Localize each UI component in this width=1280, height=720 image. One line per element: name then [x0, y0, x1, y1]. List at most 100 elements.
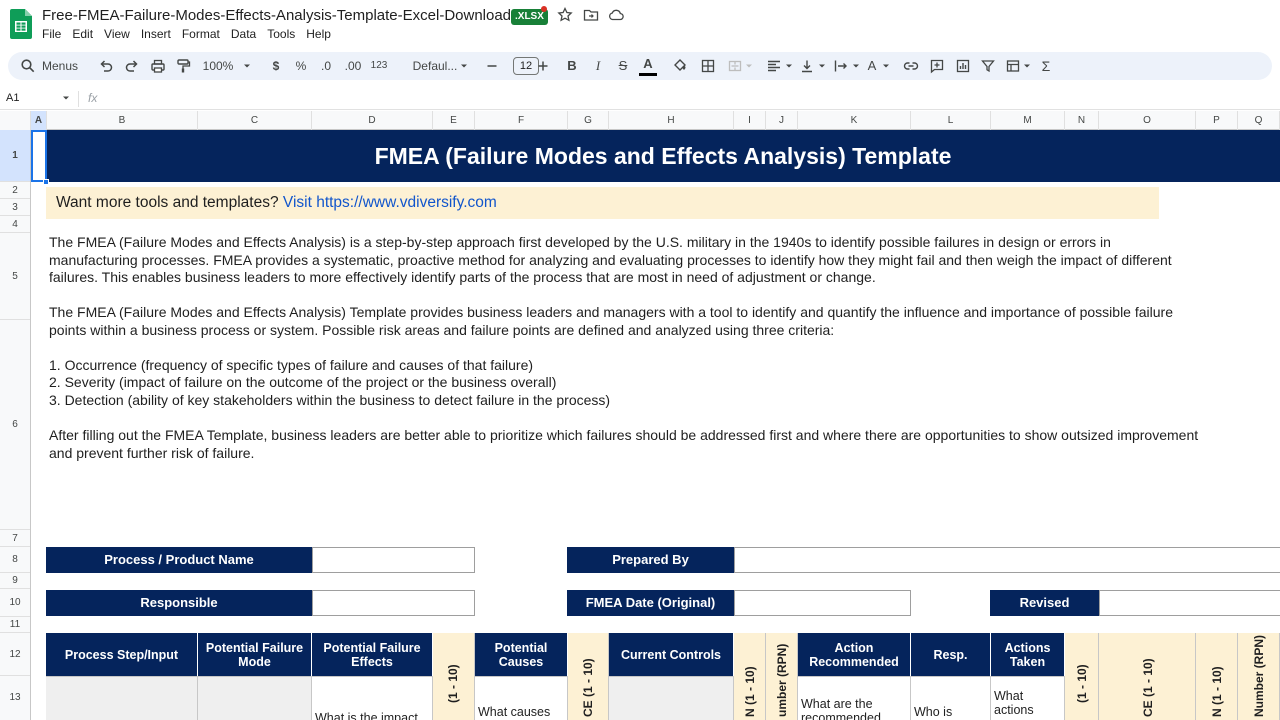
text-wrap-icon[interactable] [833, 58, 849, 74]
menu-tools[interactable]: Tools [267, 27, 295, 41]
strikethrough-icon[interactable]: S [615, 52, 631, 80]
menu-view[interactable]: View [104, 27, 130, 41]
header-failure-mode[interactable]: Potential Failure Mode [198, 633, 312, 676]
menu-help[interactable]: Help [306, 27, 331, 41]
new-severity-column-cell[interactable]: (1 - 10) [1065, 633, 1099, 720]
column-header[interactable]: N [1065, 111, 1099, 130]
prepared-by-input[interactable] [734, 547, 1280, 573]
promo-cell[interactable]: Want more tools and templates? Visit htt… [46, 187, 1159, 219]
column-header[interactable]: I [734, 111, 766, 130]
percent-format-button[interactable]: % [291, 52, 311, 80]
revised-input[interactable] [1099, 590, 1280, 616]
template-banner[interactable]: FMEA (Failure Modes and Effects Analysis… [46, 130, 1280, 182]
column-header[interactable]: C [198, 111, 312, 130]
borders-icon[interactable] [700, 58, 716, 74]
name-box[interactable]: A1 [6, 92, 19, 104]
fmea-date-input[interactable] [734, 590, 911, 616]
italic-icon[interactable]: I [590, 52, 606, 80]
column-header[interactable]: B [47, 111, 198, 130]
failure-mode-cell[interactable] [198, 676, 312, 720]
row-header[interactable]: 12 [0, 633, 30, 676]
cloud-status-icon[interactable] [608, 7, 624, 23]
row-header[interactable]: 2 [0, 182, 30, 199]
column-header[interactable]: E [433, 111, 475, 130]
horizontal-align-icon[interactable] [766, 58, 782, 74]
filter-views-dropdown-icon[interactable] [1019, 58, 1035, 74]
undo-icon[interactable] [98, 58, 114, 74]
header-current-controls[interactable]: Current Controls [609, 633, 734, 676]
functions-icon[interactable]: Σ [1038, 52, 1054, 80]
increase-font-size-icon[interactable] [535, 58, 551, 74]
row-header[interactable]: 6 [0, 320, 30, 530]
new-rpn-column-cell[interactable]: Number (RPN) [1238, 633, 1280, 720]
currency-format-button[interactable]: $ [266, 52, 286, 80]
decrease-font-size-icon[interactable] [484, 58, 500, 74]
process-name-input[interactable] [312, 547, 475, 573]
promo-link[interactable]: Visit https://www.vdiversify.com [283, 194, 497, 211]
rotation-dropdown-icon[interactable] [878, 58, 894, 74]
header-potential-causes[interactable]: Potential Causes [475, 633, 568, 676]
row-header[interactable]: 11 [0, 617, 30, 633]
process-step-cell[interactable] [46, 676, 198, 720]
row-header[interactable]: 10 [0, 589, 30, 617]
number-format-button[interactable]: 123 [367, 52, 391, 80]
row-header[interactable]: 1 [0, 130, 30, 182]
merge-dropdown-icon[interactable] [741, 58, 757, 74]
potential-causes-cell[interactable]: What causes [475, 676, 568, 720]
zoom-dropdown-icon[interactable] [239, 58, 255, 74]
current-controls-cell[interactable] [609, 676, 734, 720]
new-detection-column-cell[interactable]: N (1 - 10) [1196, 633, 1238, 720]
increase-decimal-button[interactable]: .00 [341, 52, 365, 80]
header-failure-effects[interactable]: Potential Failure Effects [312, 633, 433, 676]
actions-taken-cell[interactable]: What actions [991, 676, 1065, 720]
severity-column-cell[interactable]: (1 - 10) [433, 633, 475, 720]
column-header[interactable]: M [991, 111, 1065, 130]
action-recommended-cell[interactable]: What are the recommended [798, 676, 911, 720]
occurrence-column-cell[interactable]: CE (1 - 10) [568, 633, 609, 720]
row-header[interactable]: 7 [0, 530, 30, 547]
search-icon[interactable] [20, 58, 36, 74]
header-process-step[interactable]: Process Step/Input [46, 633, 198, 676]
sheets-logo-icon[interactable] [10, 9, 32, 39]
column-header[interactable]: O [1099, 111, 1196, 130]
menu-file[interactable]: File [42, 27, 61, 41]
column-header[interactable]: Q [1238, 111, 1280, 130]
menu-edit[interactable]: Edit [72, 27, 93, 41]
column-header[interactable]: K [798, 111, 911, 130]
column-header[interactable]: F [475, 111, 568, 130]
failure-effects-cell[interactable]: What is the impact [312, 676, 433, 720]
sheet-grid[interactable]: FMEA (Failure Modes and Effects Analysis… [31, 130, 1280, 720]
menu-data[interactable]: Data [231, 27, 256, 41]
column-header[interactable]: J [766, 111, 798, 130]
align-dropdown-icon[interactable] [781, 58, 797, 74]
zoom-select[interactable]: 100% [198, 52, 238, 80]
responsible-input[interactable] [312, 590, 475, 616]
print-icon[interactable] [150, 58, 166, 74]
row-header[interactable]: 13 [0, 676, 30, 720]
name-box-dropdown-icon[interactable] [60, 92, 72, 104]
document-title[interactable]: Free-FMEA-Failure-Modes-Effects-Analysis… [42, 7, 511, 24]
intro-text[interactable]: The FMEA (Failure Modes and Effects Anal… [49, 234, 1199, 461]
column-header[interactable]: P [1196, 111, 1238, 130]
row-header[interactable]: 8 [0, 547, 30, 573]
rpn-column-cell[interactable]: umber (RPN) [766, 633, 798, 720]
row-header[interactable]: 5 [0, 233, 30, 320]
column-header[interactable]: A [31, 111, 47, 130]
font-dropdown-icon[interactable] [456, 58, 472, 74]
fill-handle[interactable] [43, 179, 49, 185]
row-header[interactable]: 9 [0, 573, 30, 589]
row-header[interactable]: 3 [0, 199, 30, 216]
column-header[interactable]: H [609, 111, 734, 130]
column-header[interactable]: G [568, 111, 609, 130]
paint-format-icon[interactable] [175, 58, 191, 74]
filter-icon[interactable] [980, 58, 996, 74]
row-header[interactable]: 4 [0, 216, 30, 233]
bold-icon[interactable]: B [564, 52, 580, 80]
insert-comment-icon[interactable] [929, 58, 945, 74]
menu-insert[interactable]: Insert [141, 27, 171, 41]
redo-icon[interactable] [124, 58, 140, 74]
column-header[interactable]: L [911, 111, 991, 130]
new-occurrence-column[interactable]: CE (1 - 10) [1099, 633, 1196, 720]
header-action-recommended[interactable]: Action Recommended [798, 633, 911, 676]
responsible-cell[interactable]: Who is [911, 676, 991, 720]
